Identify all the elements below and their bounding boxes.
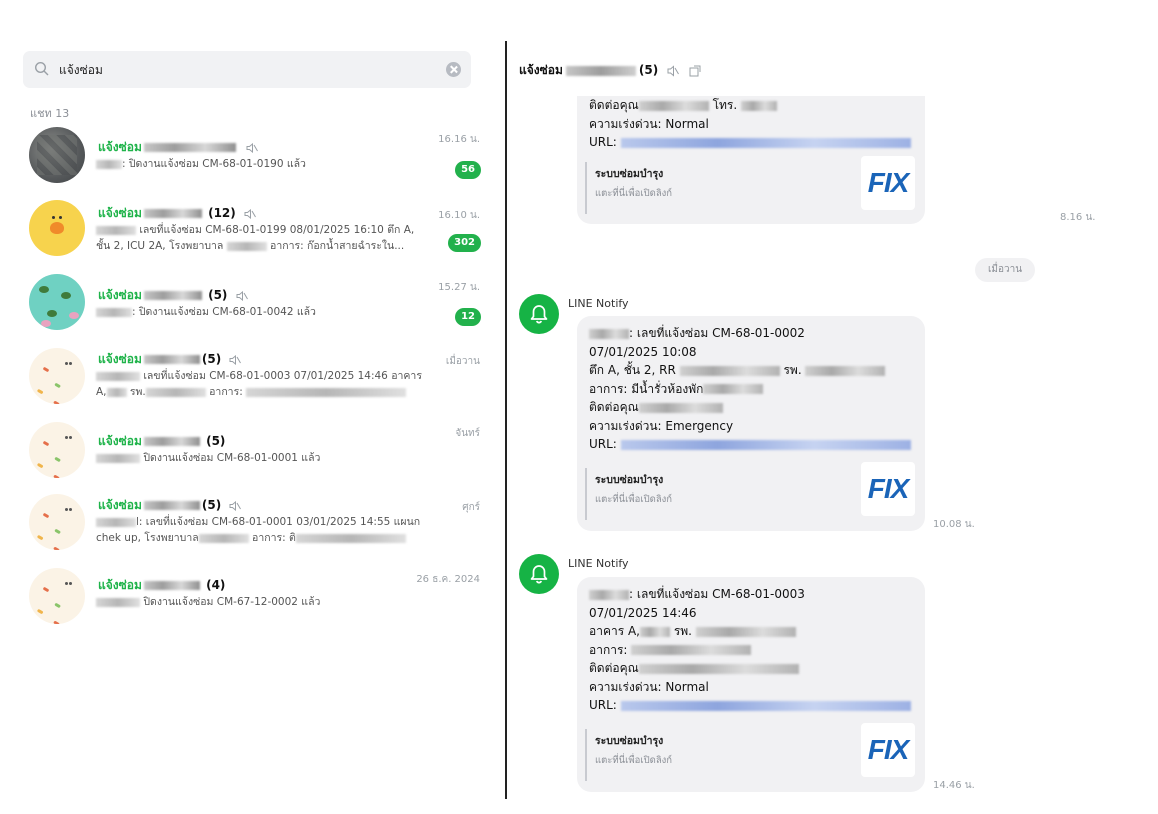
- card-subtitle: แตะที่นี่เพื่อเปิดลิงก์: [595, 494, 673, 505]
- bell-icon: [530, 565, 548, 584]
- chat-preview: : ปิดงานแจ้งซ่อม CM-68-01-0190 แล้ว: [96, 156, 441, 172]
- mute-icon: [229, 500, 242, 511]
- message-line: ตึก A, ชั้น 2, RR รพ.: [589, 361, 913, 380]
- card-subtitle: แตะที่นี่เพื่อเปิดลิงก์: [595, 755, 673, 766]
- chat-name: แจ้งซ่อม: [98, 138, 259, 157]
- message-line: : เลขที่แจ้งซ่อม CM-68-01-0002: [589, 324, 913, 343]
- chat-preview: ปิดงานแจ้งซ่อม CM-67-12-0002 แล้ว: [96, 594, 441, 610]
- chat-name: แจ้งซ่อม (5): [98, 496, 242, 515]
- avatar: [29, 200, 85, 256]
- chat-time: 26 ธ.ค. 2024: [416, 574, 480, 585]
- chat-list-item[interactable]: แจ้งซ่อม (5) : ปิดงานแจ้งซ่อม CM-68-01-0…: [0, 270, 495, 340]
- chat-time: เมื่อวาน: [445, 356, 480, 367]
- chat-time: 16.16 น.: [438, 134, 480, 145]
- message-line: อาการ:: [589, 641, 913, 660]
- unread-badge: 302: [448, 234, 481, 252]
- chat-time: จันทร์: [455, 428, 480, 439]
- card-title: ระบบซ่อมบำรุง: [595, 168, 664, 180]
- avatar: [29, 494, 85, 550]
- chat-list-item[interactable]: แจ้งซ่อม (5) l: เลขที่แจ้งซ่อม CM-68-01-0…: [0, 490, 495, 560]
- message-line: อาการ: มีน้ำรั่วห้องพัก: [589, 380, 913, 399]
- message-line: 07/01/2025 14:46: [589, 605, 697, 620]
- chat-preview: l: เลขที่แจ้งซ่อม CM-68-01-0001 03/01/20…: [96, 516, 421, 544]
- chat-name: แจ้งซ่อม (12): [98, 204, 256, 223]
- message-line: ความเร่งด่วน: Emergency: [589, 418, 734, 433]
- message-time: 10.08 น.: [933, 519, 975, 530]
- message-line: อาคาร A, รพ.: [589, 622, 913, 641]
- date-divider: เมื่อวาน: [975, 258, 1035, 282]
- message-line: : เลขที่แจ้งซ่อม CM-68-01-0003: [589, 585, 913, 604]
- message-time: 8.16 น.: [1060, 212, 1096, 223]
- message-line: ติดต่อคุณ: [589, 659, 913, 678]
- card-title: ระบบซ่อมบำรุง: [595, 474, 664, 486]
- chat-list-item[interactable]: แจ้งซ่อม : ปิดงานแจ้งซ่อม CM-68-01-0190 …: [0, 124, 495, 194]
- mute-icon: [236, 290, 248, 301]
- chat-time: 16.10 น.: [438, 210, 480, 221]
- fix-logo: FIX: [861, 723, 915, 777]
- message-line: ความเร่งด่วน: Normal: [589, 679, 709, 694]
- search-value: แจ้งซ่อม: [59, 63, 103, 77]
- chat-room-pane: แจ้งซ่อม (5) ติดต่อคุณ โทร. ความเร่งด่วน:…: [507, 0, 1158, 814]
- message-line: ติดต่อคุณ โทร.: [589, 96, 913, 115]
- chat-preview: ปิดงานแจ้งซ่อม CM-68-01-0001 แล้ว: [96, 450, 441, 466]
- mute-icon: [229, 354, 242, 365]
- line-notify-avatar[interactable]: [519, 294, 559, 334]
- fix-logo: FIX: [861, 462, 915, 516]
- avatar: [29, 568, 85, 624]
- unread-badge: 56: [455, 161, 481, 179]
- link-preview-card[interactable]: ระบบซ่อมบำรุง แตะที่นี่เพื่อเปิดลิงก์ FI…: [585, 723, 915, 791]
- card-subtitle: แตะที่นี่เพื่อเปิดลิงก์: [595, 188, 673, 199]
- clear-search-icon[interactable]: [446, 62, 461, 77]
- message-line: ติดต่อคุณ: [589, 398, 913, 417]
- chat-name: แจ้งซ่อม (5): [98, 350, 242, 369]
- chat-preview: เลขที่แจ้งซ่อม CM-68-01-0003 07/01/2025 …: [96, 370, 422, 398]
- chat-name: แจ้งซ่อม (5): [98, 286, 248, 305]
- bell-icon: [530, 305, 548, 324]
- search-icon: [34, 61, 49, 76]
- chat-preview: : ปิดงานแจ้งซ่อม CM-68-01-0042 แล้ว: [96, 304, 441, 320]
- chat-list-item[interactable]: แจ้งซ่อม (4) ปิดงานแจ้งซ่อม CM-67-12-000…: [0, 564, 495, 634]
- mute-icon[interactable]: [667, 64, 680, 77]
- mute-icon: [246, 142, 259, 153]
- sender-name: LINE Notify: [568, 297, 629, 310]
- search-input[interactable]: แจ้งซ่อม: [23, 51, 471, 88]
- chat-name: แจ้งซ่อม (4): [98, 578, 226, 592]
- sender-name: LINE Notify: [568, 557, 629, 570]
- message-line: URL:: [589, 435, 913, 454]
- message-line: URL:: [589, 696, 913, 715]
- mute-icon: [244, 208, 256, 219]
- message-bubble[interactable]: : เลขที่แจ้งซ่อม CM-68-01-0002 07/01/202…: [577, 316, 925, 531]
- chat-list-item[interactable]: แจ้งซ่อม (12) เลขที่แจ้งซ่อม CM-68-01-01…: [0, 196, 495, 266]
- avatar: [29, 348, 85, 404]
- chat-list-item[interactable]: แจ้งซ่อม (5) เลขที่แจ้งซ่อม CM-68-01-0003…: [0, 344, 495, 414]
- link-preview-card[interactable]: ระบบซ่อมบำรุง แตะที่นี่เพื่อเปิดลิงก์ FI…: [585, 156, 915, 224]
- card-title: ระบบซ่อมบำรุง: [595, 735, 664, 747]
- message-line: ความเร่งด่วน: Normal: [589, 116, 709, 131]
- message-line: URL:: [589, 133, 913, 152]
- chat-preview: เลขที่แจ้งซ่อม CM-68-01-0199 08/01/2025 …: [96, 224, 415, 252]
- line-notify-avatar[interactable]: [519, 554, 559, 594]
- chat-time: 15.27 น.: [438, 282, 480, 293]
- message-time: 14.46 น.: [933, 780, 975, 791]
- open-window-icon[interactable]: [689, 65, 701, 77]
- avatar: [29, 422, 85, 478]
- room-title: แจ้งซ่อม (5): [519, 61, 701, 80]
- chat-time: ศุกร์: [462, 502, 480, 513]
- message-bubble[interactable]: ติดต่อคุณ โทร. ความเร่งด่วน: Normal URL:…: [577, 96, 925, 224]
- message-bubble[interactable]: : เลขที่แจ้งซ่อม CM-68-01-0003 07/01/202…: [577, 577, 925, 792]
- unread-badge: 12: [455, 308, 481, 326]
- avatar: [29, 127, 85, 183]
- avatar: [29, 274, 85, 330]
- section-label: แชท 13: [30, 107, 70, 120]
- fix-logo: FIX: [861, 156, 915, 210]
- message-line: 07/01/2025 10:08: [589, 344, 697, 359]
- link-preview-card[interactable]: ระบบซ่อมบำรุง แตะที่นี่เพื่อเปิดลิงก์ FI…: [585, 462, 915, 530]
- chat-list-pane: แจ้งซ่อม แชท 13 แจ้งซ่อม : ปิดงานแจ้งซ่อ…: [0, 0, 505, 814]
- chat-list-item[interactable]: แจ้งซ่อม (5) ปิดงานแจ้งซ่อม CM-68-01-000…: [0, 418, 495, 488]
- chat-name: แจ้งซ่อม (5): [98, 434, 226, 448]
